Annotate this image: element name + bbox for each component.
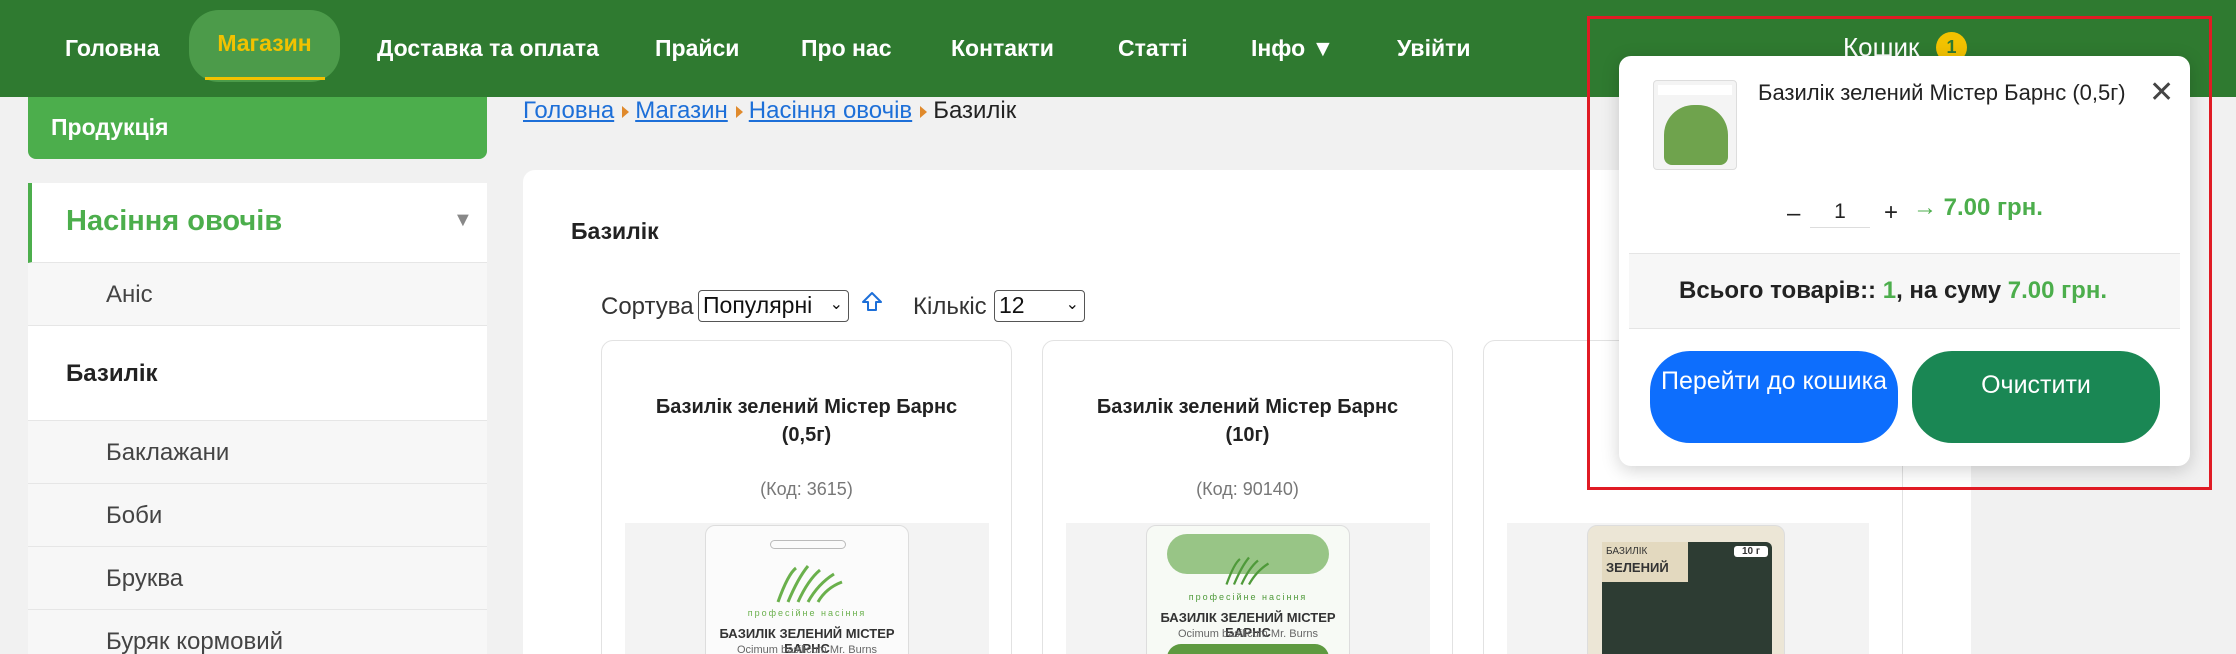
- seed-packet-image: БАЗИЛІК ЗЕЛЕНИЙ 10 г: [1587, 525, 1785, 654]
- chevron-down-icon: ⌄: [829, 296, 843, 313]
- breadcrumb-home[interactable]: Головна: [523, 97, 614, 124]
- seed-packet-image: професійне насіння БАЗИЛІК ЗЕЛЕНИЙ МІСТЕ…: [1146, 525, 1350, 654]
- arrow-right-icon: [735, 105, 743, 118]
- sidebar-item-eggplant[interactable]: Баклажани: [28, 421, 487, 484]
- grass-logo-icon: [776, 565, 843, 603]
- close-icon[interactable]: ✕: [2149, 78, 2174, 108]
- packet-title: ЗЕЛЕНИЙ: [1606, 560, 1669, 575]
- packet-brand: професійне насіння: [747, 608, 867, 618]
- quantity-increase-button[interactable]: +: [1884, 199, 1898, 227]
- product-title[interactable]: Базилік зелений Містер Барнс (0,5г): [602, 393, 1011, 449]
- nav-active-underline: [205, 77, 325, 80]
- nav-shop-link[interactable]: Магазин: [189, 10, 340, 82]
- product-image[interactable]: професійне насіння БАЗИЛІК ЗЕЛЕНИЙ МІСТЕ…: [1066, 523, 1430, 654]
- packet-hanger: [770, 540, 846, 549]
- count-select[interactable]: 12 ⌄: [994, 290, 1085, 322]
- nav-articles-link[interactable]: Статті: [1118, 0, 1188, 97]
- product-title[interactable]: Базилік зелений Містер Барнс (10г): [1043, 393, 1452, 449]
- cart-total-summary: Всього товарів:: 1, на суму 7.00 грн.: [1679, 277, 2107, 305]
- cart-item-image[interactable]: [1653, 80, 1737, 170]
- packet-weight: 10 г: [1734, 546, 1768, 557]
- sidebar-item-fodder-beet[interactable]: Буряк кормовий: [28, 610, 487, 654]
- sort-select-value: Популярні: [703, 292, 813, 318]
- packet-subtitle: БАЗИЛІК: [1606, 546, 1648, 557]
- nav-home-link[interactable]: Головна: [65, 0, 160, 97]
- count-label: Кількіс: [913, 293, 987, 320]
- nav-contacts-link[interactable]: Контакти: [951, 0, 1054, 97]
- breadcrumb: Головна Магазин Насіння овочів Базилік: [523, 97, 1016, 125]
- count-select-value: 12: [999, 292, 1025, 318]
- sidebar-item-anise[interactable]: Аніс: [28, 263, 487, 326]
- clear-cart-button[interactable]: Очистити: [1912, 351, 2160, 443]
- packet-header: [1658, 85, 1732, 95]
- caret-down-icon[interactable]: ▼: [453, 209, 473, 232]
- sidebar-category-label: Насіння овочів: [66, 205, 283, 237]
- packet-subtitle: Ocimum basilicum Mr. Burns: [737, 644, 877, 654]
- sidebar-item-rutabaga[interactable]: Бруква: [28, 547, 487, 610]
- page-title: Базилік: [571, 218, 659, 244]
- product-image[interactable]: професійне насіння БАЗИЛІК ЗЕЛЕНИЙ МІСТЕ…: [625, 523, 989, 654]
- cart-item-price: → 7.00 грн.: [1913, 194, 2043, 221]
- product-image[interactable]: БАЗИЛІК ЗЕЛЕНИЙ 10 г: [1507, 523, 1869, 654]
- sort-label: Сортува: [601, 293, 694, 320]
- cart-total-prefix: Всього товарів::: [1679, 277, 1877, 304]
- product-card[interactable]: Базилік зелений Містер Барнс (0,5г) (Код…: [601, 340, 1012, 654]
- product-code: (Код: 90140): [1196, 479, 1299, 499]
- nav-prices-link[interactable]: Прайси: [655, 0, 739, 97]
- packet-subtitle: Ocimum basilicum Mr. Burns: [1178, 628, 1318, 640]
- basil-leaves-picture: [1167, 644, 1329, 654]
- cart-total-count: 1: [1882, 277, 1897, 304]
- sidebar-heading[interactable]: Продукція: [28, 97, 487, 159]
- quantity-decrease-button[interactable]: –: [1787, 200, 1800, 228]
- chevron-down-icon: ⌄: [1065, 296, 1079, 313]
- cart-item-name[interactable]: Базилік зелений Містер Барнс (0,5г): [1758, 80, 2156, 106]
- grass-logo-icon: [1225, 556, 1270, 586]
- basil-leaves-picture: [1664, 105, 1728, 165]
- nav-about-link[interactable]: Про нас: [801, 0, 892, 97]
- sidebar-category-vegetable-seeds[interactable]: Насіння овочів ▼: [28, 183, 487, 263]
- nav-delivery-link[interactable]: Доставка та оплата: [377, 0, 599, 97]
- cart-total-mid: , на суму: [1896, 277, 2002, 304]
- seed-packet-image: професійне насіння БАЗИЛІК ЗЕЛЕНИЙ МІСТЕ…: [705, 525, 909, 654]
- sort-select[interactable]: Популярні ⌄: [698, 290, 849, 322]
- sidebar-item-beans[interactable]: Боби: [28, 484, 487, 547]
- sort-direction-icon[interactable]: [860, 290, 884, 314]
- breadcrumb-current: Базилік: [933, 97, 1017, 124]
- breadcrumb-shop[interactable]: Магазин: [635, 97, 728, 124]
- sidebar-item-basil[interactable]: Базилік: [28, 326, 487, 421]
- nav-login-link[interactable]: Увійти: [1397, 0, 1471, 97]
- arrow-right-icon: [920, 105, 928, 118]
- cart-total-sum: 7.00 грн.: [2007, 277, 2107, 304]
- arrow-right-icon: [622, 105, 630, 118]
- breadcrumb-vegetable-seeds[interactable]: Насіння овочів: [749, 97, 912, 124]
- go-to-cart-button[interactable]: Перейти до кошика: [1650, 351, 1898, 443]
- product-card[interactable]: Базилік зелений Містер Барнс (10г) (Код:…: [1042, 340, 1453, 654]
- packet-brand: професійне насіння: [1188, 592, 1308, 602]
- nav-info-dropdown[interactable]: Інфо ▼: [1251, 0, 1334, 97]
- quantity-input[interactable]: [1810, 190, 1870, 228]
- product-code: (Код: 3615): [760, 479, 853, 499]
